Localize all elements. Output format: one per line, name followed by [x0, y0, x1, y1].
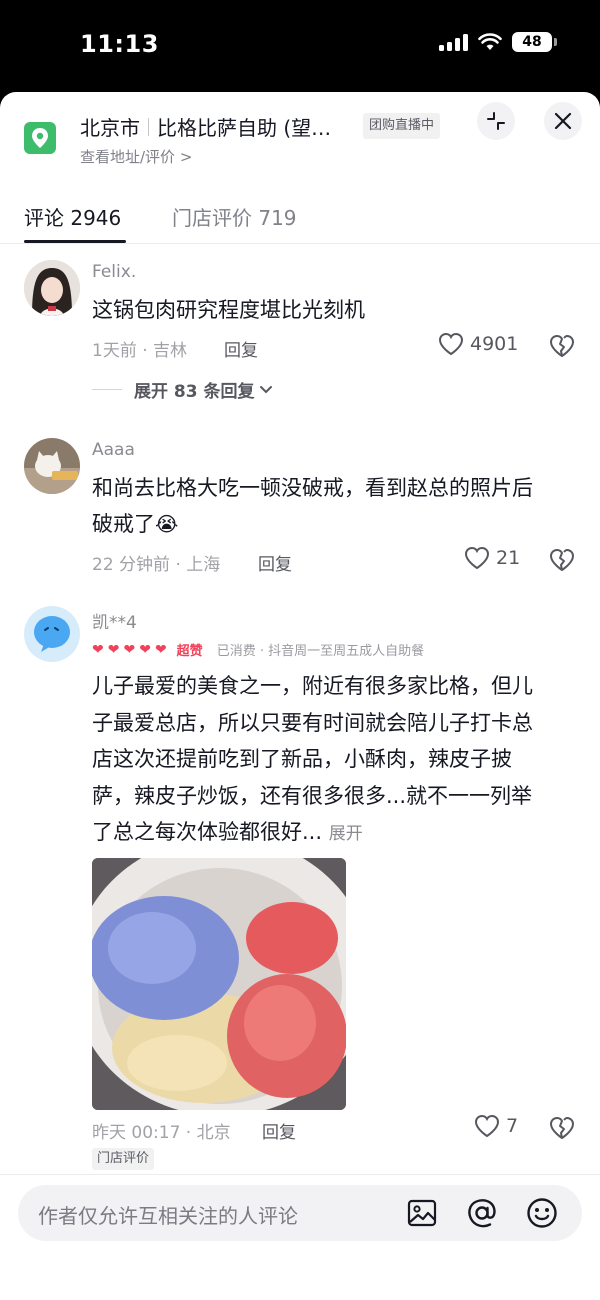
- comment-text: 和尚去比格大吃一顿没破戒，看到赵总的照片后 破戒了😭: [92, 470, 576, 542]
- comment-input-placeholder: 作者仅允许互相关注的人评论: [38, 1204, 298, 1228]
- user-name[interactable]: Aaaa: [92, 440, 135, 460]
- user-name[interactable]: 凯**4: [92, 608, 137, 633]
- live-badge[interactable]: 团购直播中: [363, 113, 441, 139]
- active-tab-indicator: [24, 240, 126, 243]
- wifi-icon: [478, 33, 502, 50]
- status-bar: 11:13 48: [0, 0, 600, 92]
- close-button[interactable]: [544, 102, 582, 140]
- dislike-icon[interactable]: [549, 548, 575, 572]
- reply-button[interactable]: 回复: [262, 1118, 296, 1143]
- reply-button[interactable]: 回复: [224, 336, 258, 361]
- city-label: 北京市: [80, 116, 140, 140]
- chevron-down-icon: [259, 385, 272, 393]
- signal-icon: [439, 33, 468, 51]
- comment-meta: 1天前 · 吉林: [92, 341, 188, 361]
- heart-icon: [438, 332, 464, 356]
- dislike-icon[interactable]: [549, 1116, 575, 1140]
- expand-replies-label: 展开 83 条回复: [134, 382, 255, 402]
- emoji-icon: [527, 1198, 557, 1228]
- expand-replies-button[interactable]: 展开 83 条回复: [92, 377, 273, 402]
- like-count: 4901: [470, 333, 519, 355]
- comment-text-line: 儿子最爱的美食之一，附近有很多家比格，但儿: [92, 674, 533, 698]
- rating-badges: ❤ ❤ ❤ ❤ ❤ 超赞 已消费 · 抖音周一至周五成人自助餐: [92, 640, 425, 660]
- store-header[interactable]: 北京市 比格比萨自助 (望… 团购直播中 查看地址/评价 >: [0, 92, 600, 182]
- comment-text-line: 店这次还提前吃到了新品，小酥肉，辣皮子披: [92, 747, 512, 771]
- avatar[interactable]: [24, 260, 80, 316]
- comment-meta: 昨天 00:17 · 北京: [92, 1123, 231, 1143]
- battery-indicator: 48: [512, 32, 557, 52]
- close-icon: [554, 112, 572, 130]
- comment-text-line: 和尚去比格大吃一顿没破戒，看到赵总的照片后: [92, 476, 533, 500]
- comment-text-line: 破戒了: [92, 512, 155, 536]
- like-count: 7: [506, 1115, 519, 1137]
- image-icon: [407, 1199, 437, 1227]
- store-review-tag[interactable]: 门店评价: [92, 1148, 155, 1170]
- like-button[interactable]: 7: [474, 1114, 518, 1138]
- address-review-link[interactable]: 查看地址/评价 >: [80, 146, 192, 167]
- store-title[interactable]: 北京市 比格比萨自助 (望…: [80, 112, 331, 141]
- avatar[interactable]: [24, 438, 80, 494]
- like-button[interactable]: 21: [464, 546, 520, 570]
- comment-sheet: 北京市 比格比萨自助 (望… 团购直播中 查看地址/评价 > 评论 2946 门…: [0, 92, 600, 1300]
- status-time: 11:13: [80, 30, 159, 58]
- comment-text: 儿子最爱的美食之一，附近有很多家比格，但儿 子最爱总店，所以只要有时间就会陪儿子…: [92, 668, 576, 853]
- tab-store-reviews[interactable]: 门店评价 719: [172, 202, 297, 231]
- heart-icon: [474, 1114, 500, 1138]
- status-icons: 48: [439, 32, 557, 52]
- minimize-button[interactable]: [477, 102, 515, 140]
- rating-heart-icon: ❤: [92, 641, 104, 658]
- expand-text-button[interactable]: 展开: [329, 824, 363, 844]
- like-button[interactable]: 4901: [438, 332, 518, 356]
- expand-divider: [92, 389, 122, 390]
- rating-heart-icon: ❤: [107, 641, 120, 658]
- comment-input[interactable]: 作者仅允许互相关注的人评论: [18, 1185, 582, 1241]
- reply-button[interactable]: 回复: [258, 550, 292, 575]
- rating-heart-icon: ❤: [123, 641, 136, 658]
- emoji-button[interactable]: [526, 1197, 558, 1229]
- mention-button[interactable]: [466, 1197, 498, 1229]
- comment-meta: 22 分钟前 · 上海: [92, 555, 221, 575]
- user-name[interactable]: Felix.: [92, 262, 136, 282]
- image-button[interactable]: [406, 1197, 438, 1229]
- at-icon: [468, 1199, 496, 1228]
- avatar[interactable]: [24, 606, 80, 662]
- comment-input-bar: 作者仅允许互相关注的人评论: [0, 1174, 600, 1300]
- review-photo[interactable]: [92, 858, 346, 1110]
- title-divider: [148, 117, 149, 136]
- rating-heart-icon: ❤: [154, 641, 167, 658]
- comment-text: 这锅包肉研究程度堪比光刻机: [92, 298, 365, 322]
- collapse-icon: [487, 112, 505, 130]
- heart-icon: [464, 546, 490, 570]
- dislike-icon[interactable]: [549, 334, 575, 358]
- rating-heart-icon: ❤: [139, 641, 151, 658]
- tab-comments[interactable]: 评论 2946: [24, 202, 121, 231]
- comment-text-line: 萨，辣皮子炒饭，还有很多很多...就不一一列举: [92, 783, 533, 808]
- store-name: 比格比萨自助 (望…: [157, 116, 332, 140]
- rating-label: 超赞: [176, 644, 203, 659]
- comment-text-line: 了总之每次体验都很好...: [92, 820, 323, 844]
- comment-text-line: 子最爱总店，所以只要有时间就会陪儿子打卡总: [92, 710, 533, 735]
- tab-bar: 评论 2946 门店评价 719: [0, 192, 600, 244]
- consumed-info: 已消费 · 抖音周一至周五成人自助餐: [216, 644, 425, 659]
- crying-emoji: 😭: [155, 512, 179, 536]
- location-pin-icon: [24, 122, 56, 154]
- like-count: 21: [496, 547, 521, 569]
